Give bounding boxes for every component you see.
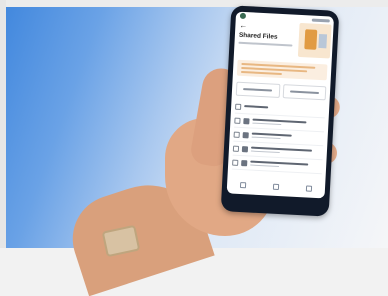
select-checkbox[interactable] bbox=[233, 131, 240, 138]
action-buttons bbox=[235, 81, 327, 101]
file-icon bbox=[242, 131, 249, 138]
select-checkbox[interactable] bbox=[235, 103, 242, 110]
home-icon[interactable] bbox=[272, 183, 280, 191]
back-arrow-icon[interactable]: ← bbox=[239, 21, 247, 30]
select-checkbox[interactable] bbox=[232, 159, 239, 166]
file-icon bbox=[241, 159, 248, 166]
file-list bbox=[231, 99, 326, 175]
left-bar bbox=[0, 0, 6, 248]
make-new-button[interactable] bbox=[282, 84, 327, 101]
screen-header: ← Shared Files bbox=[234, 20, 334, 59]
add-button[interactable] bbox=[235, 81, 280, 98]
file-icon bbox=[241, 145, 249, 152]
page-title: Shared Files bbox=[238, 31, 278, 41]
header-illustration bbox=[297, 22, 332, 59]
phone-screen: ← Shared Files bbox=[226, 11, 335, 199]
select-checkbox[interactable] bbox=[234, 117, 241, 124]
notice-banner bbox=[236, 59, 328, 81]
back-icon[interactable] bbox=[305, 185, 312, 192]
select-checkbox[interactable] bbox=[232, 145, 240, 152]
top-strip bbox=[0, 0, 388, 7]
navigation-bar bbox=[227, 179, 325, 194]
recents-icon[interactable] bbox=[240, 182, 247, 189]
status-icons bbox=[311, 18, 330, 22]
file-icon bbox=[243, 117, 250, 124]
smartphone: ← Shared Files bbox=[220, 5, 340, 217]
app-icon bbox=[239, 12, 247, 20]
subtitle-text bbox=[238, 41, 293, 47]
